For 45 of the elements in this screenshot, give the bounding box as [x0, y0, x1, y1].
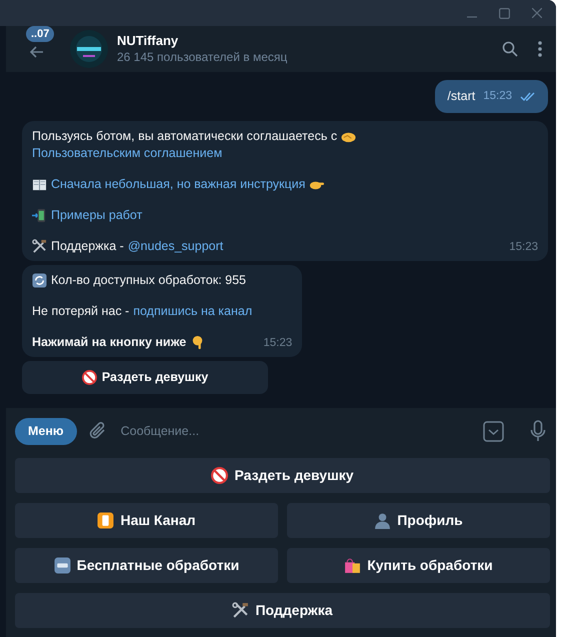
keyboard-button[interactable]: Наш Канал	[15, 503, 278, 538]
member-count: 26 145 пользователей в месяц	[117, 49, 288, 65]
link[interactable]: Примеры работ	[51, 207, 142, 224]
link[interactable]: Сначала небольшая, но важная инструкция	[51, 176, 306, 193]
prohibited-icon	[211, 467, 228, 484]
link[interactable]: подпишись на канал	[133, 303, 252, 320]
refresh-icon	[32, 273, 47, 288]
close-icon[interactable]	[532, 8, 542, 18]
message-text: Не потеряй нас -	[32, 303, 130, 320]
shopping-bags-icon	[344, 557, 362, 574]
phone-icon	[32, 208, 47, 223]
message-time: 15:23	[263, 336, 292, 351]
vibration-icon	[97, 512, 114, 529]
message-text: Поддержка -	[51, 238, 124, 255]
keyboard-button[interactable]: Купить обработки	[287, 548, 550, 583]
search-icon[interactable]	[502, 41, 518, 57]
paperclip-icon[interactable]	[88, 421, 107, 441]
book-icon	[32, 177, 47, 192]
tools-icon	[32, 239, 47, 254]
message-text: /start	[447, 88, 476, 105]
menu-button[interactable]: Меню	[15, 418, 77, 444]
keyboard-button[interactable]: Поддержка	[15, 593, 550, 628]
person-icon	[374, 512, 392, 529]
chat-title: NUTiffany	[117, 33, 180, 49]
keyboard-toggle-icon[interactable]	[483, 420, 504, 442]
message-text: Кол-во доступных обработок: 955	[51, 272, 246, 289]
keyboard-button[interactable]: Бесплатные обработки	[15, 548, 278, 583]
message-text: Пользуясь ботом, вы автоматически соглашаетесь с	[32, 128, 338, 145]
inline-button[interactable]: Раздеть девушку	[22, 361, 268, 394]
maximize-icon[interactable]	[499, 8, 510, 18]
link[interactable]: @nudes_support	[128, 238, 224, 255]
message-time: 15:23	[483, 89, 512, 104]
keyboard-button[interactable]: Профиль	[287, 503, 550, 538]
message-input[interactable]: Сообщение...	[118, 420, 471, 442]
keyboard-button[interactable]: Раздеть девушку	[15, 458, 550, 493]
message-time: 15:23	[509, 240, 538, 255]
unread-count-badge: ..07	[26, 26, 54, 42]
microphone-icon[interactable]	[530, 420, 546, 442]
avatar-icon[interactable]	[70, 30, 108, 68]
tools-icon	[232, 602, 250, 619]
message-text: Нажимай на кнопку ниже	[32, 334, 186, 351]
more-options-icon[interactable]	[538, 41, 542, 57]
link[interactable]: Пользовательским соглашением	[32, 145, 222, 162]
back-arrow-icon[interactable]	[30, 46, 44, 58]
prohibited-icon	[82, 370, 97, 385]
